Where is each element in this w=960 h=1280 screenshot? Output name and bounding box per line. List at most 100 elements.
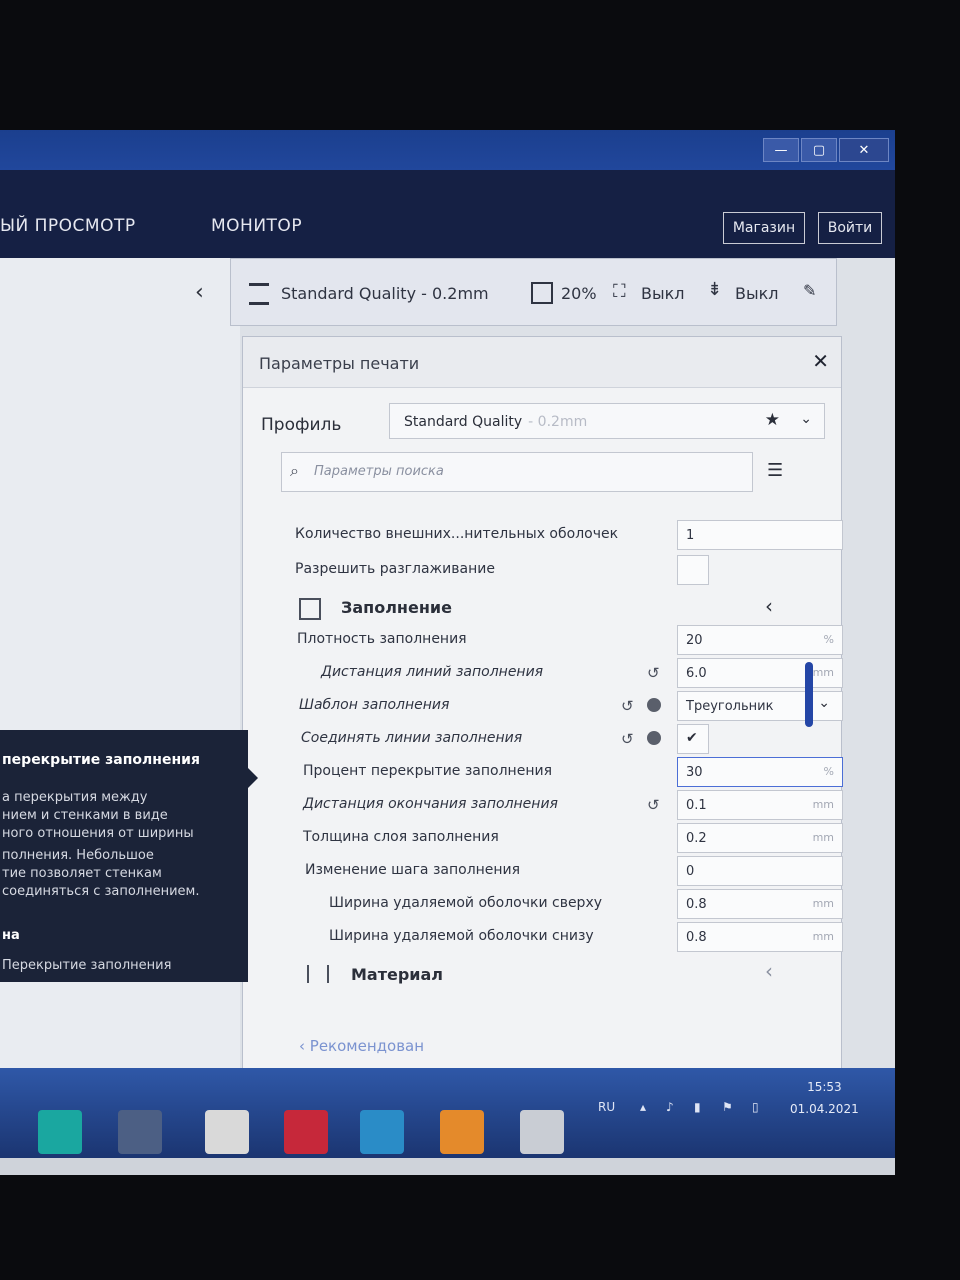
quick-support: Выкл <box>641 284 685 303</box>
tooltip-line: на <box>2 928 20 943</box>
infill-pattern-select[interactable]: Треугольник ⌄ <box>677 691 843 721</box>
row-label: Процент перекрытие заполнения <box>303 763 552 779</box>
app-icon[interactable] <box>38 1110 82 1154</box>
reset-icon[interactable]: ↺ <box>647 664 660 682</box>
infill-line-distance-field[interactable]: 6.0 mm <box>677 658 843 688</box>
check-icon: ✔ <box>686 730 698 746</box>
info-icon[interactable] <box>647 731 661 745</box>
row-outer-shells: Количество внешних...нительных оболочек … <box>295 520 843 550</box>
close-window-button[interactable]: ✕ <box>839 138 889 162</box>
tooltip-line: тие позволяет стенкам <box>2 866 162 881</box>
infill-overlap-field[interactable]: 30% <box>677 757 843 787</box>
row-label: Плотность заполнения <box>297 631 467 647</box>
quick-infill: 20% <box>561 284 597 303</box>
row-infill-pattern: Шаблон заполнения ↺ Треугольник ⌄ <box>295 691 843 721</box>
tooltip-line: Перекрытие заполнения <box>2 958 172 973</box>
star-icon[interactable]: ★ <box>765 410 780 430</box>
reset-icon[interactable]: ↺ <box>647 796 660 814</box>
menu-icon[interactable]: ☰ <box>767 460 783 481</box>
tooltip: перекрытие заполнения а перекрытия между… <box>0 730 248 982</box>
volume-icon[interactable]: ♪ <box>666 1100 674 1114</box>
flag-icon[interactable]: ⚑ <box>722 1100 733 1114</box>
row-label: Разрешить разглаживание <box>295 561 495 577</box>
section-title: Материал <box>351 965 444 984</box>
row-label: Шаблон заполнения <box>299 697 450 713</box>
gradual-infill-field[interactable]: 0 <box>677 856 843 886</box>
chevron-left-icon[interactable]: ‹ <box>765 959 773 983</box>
material-section-icon <box>307 965 329 983</box>
file-icon[interactable] <box>205 1110 249 1154</box>
app-icon[interactable] <box>360 1110 404 1154</box>
profile-layer: - 0.2mm <box>528 414 588 430</box>
row-ironing: Разрешить разглаживание <box>295 555 795 585</box>
info-icon[interactable] <box>647 698 661 712</box>
tooltip-line: а перекрытия между <box>2 790 148 805</box>
row-connect-infill: Соединять линии заполнения ↺ ✔ <box>295 724 795 754</box>
window-titlebar: — ▢ ✕ <box>0 130 895 170</box>
outer-shells-field[interactable]: 1 <box>677 520 843 550</box>
signal-icon[interactable]: ▮ <box>694 1100 701 1114</box>
row-label: Ширина удаляемой оболочки сверху <box>329 895 603 911</box>
maximize-button[interactable]: ▢ <box>801 138 837 162</box>
language-indicator[interactable]: RU <box>598 1100 615 1114</box>
tooltip-title: перекрытие заполнения <box>2 752 200 768</box>
section-material[interactable]: Материал ‹ <box>295 957 795 991</box>
tooltip-line: нием и стенками в виде <box>2 808 168 823</box>
row-skin-removal-bottom: Ширина удаляемой оболочки снизу 0.8 mm <box>295 922 843 952</box>
reset-icon[interactable]: ↺ <box>621 730 634 748</box>
collapse-arrow-icon[interactable]: ‹ <box>195 280 204 305</box>
scrollbar[interactable] <box>805 662 813 727</box>
row-label: Изменение шага заполнения <box>305 862 521 878</box>
infill-thickness-field[interactable]: 0.2 mm <box>677 823 843 853</box>
profile-label: Профиль <box>261 415 342 435</box>
tooltip-line: полнения. Небольшое <box>2 848 154 863</box>
row-label: Толщина слоя заполнения <box>303 829 499 845</box>
profile-select[interactable]: Standard Quality - 0.2mm ★ ⌄ <box>389 403 825 439</box>
row-infill-wipe: Дистанция окончания заполнения ↺ 0.1 mm <box>295 790 843 820</box>
panel-close-button[interactable]: ✕ <box>812 349 829 373</box>
nav-preview[interactable]: ЫЙ ПРОСМОТР <box>0 216 136 236</box>
search-input[interactable]: ⌕ Параметры поиска <box>281 452 753 492</box>
cura-icon[interactable] <box>118 1110 162 1154</box>
quick-adhesion: Выкл <box>735 284 779 303</box>
window-controls: — ▢ ✕ <box>763 138 889 162</box>
autocad-icon[interactable] <box>284 1110 328 1154</box>
row-label: Дистанция окончания заполнения <box>303 796 558 812</box>
row-gradual-infill: Изменение шага заполнения 0 <box>295 856 843 886</box>
date: 01.04.2021 <box>790 1102 859 1116</box>
up-arrow-icon[interactable]: ▴ <box>640 1100 646 1114</box>
ironing-checkbox[interactable] <box>677 555 709 585</box>
chevron-down-icon[interactable]: ⌄ <box>800 411 812 427</box>
search-placeholder: Параметры поиска <box>314 464 444 479</box>
clock[interactable]: 15:53 01.04.2021 <box>790 1080 859 1116</box>
store-button[interactable]: Магазин <box>723 212 805 244</box>
quick-settings-bar[interactable]: Standard Quality - 0.2mm 20% ⛶ Выкл ⇟ Вы… <box>230 258 837 326</box>
recommended-link[interactable]: ‹ Рекомендован <box>299 1037 424 1055</box>
support-icon: ⛶ <box>613 281 626 302</box>
connect-infill-checkbox[interactable]: ✔ <box>677 724 709 754</box>
infill-section-icon <box>299 598 321 620</box>
tooltip-line: ного отношения от ширины <box>2 826 194 841</box>
section-infill[interactable]: Заполнение ‹ <box>295 590 795 624</box>
chevron-left-icon[interactable]: ‹ <box>765 594 773 618</box>
blender-icon[interactable] <box>440 1110 484 1154</box>
infill-wipe-field[interactable]: 0.1 mm <box>677 790 843 820</box>
infill-density-field[interactable]: 20% <box>677 625 843 655</box>
skin-removal-bottom-field[interactable]: 0.8 mm <box>677 922 843 952</box>
row-label: Ширина удаляемой оболочки снизу <box>329 928 594 944</box>
minimize-button[interactable]: — <box>763 138 799 162</box>
skin-removal-top-field[interactable]: 0.8 mm <box>677 889 843 919</box>
search-icon: ⌕ <box>290 461 299 480</box>
battery-icon[interactable]: ▯ <box>752 1100 759 1114</box>
nav-monitor[interactable]: МОНИТОР <box>211 216 302 236</box>
reset-icon[interactable]: ↺ <box>621 697 634 715</box>
login-button[interactable]: Войти <box>818 212 882 244</box>
panel-title: Параметры печати <box>259 354 420 373</box>
quick-profile: Standard Quality - 0.2mm <box>281 284 489 303</box>
edit-icon[interactable]: ✎ <box>803 281 816 300</box>
infill-icon <box>531 282 553 304</box>
zbrush-icon[interactable] <box>520 1110 564 1154</box>
profile-name: Standard Quality - 0.2mm <box>404 414 588 430</box>
print-settings-panel: Параметры печати ✕ Профиль Standard Qual… <box>242 336 843 1073</box>
row-infill-density: Плотность заполнения 20% <box>295 625 843 655</box>
